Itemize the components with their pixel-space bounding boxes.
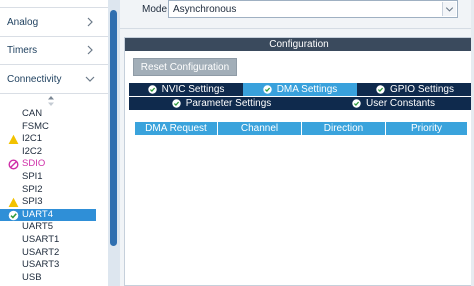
sidebar-scrollbar-thumb[interactable]: [110, 10, 117, 246]
chevron-down-icon: [442, 2, 456, 16]
column-header-dma-request[interactable]: DMA Request: [135, 122, 218, 135]
peripheral-label: I2C1: [22, 133, 43, 145]
category-connectivity[interactable]: Connectivity: [0, 66, 108, 94]
category-analog-label: Analog: [7, 17, 39, 28]
column-header-direction[interactable]: Direction: [302, 122, 386, 135]
peripheral-uart5[interactable]: UART5: [0, 221, 96, 234]
configuration-title: Configuration: [125, 38, 473, 51]
peripheral-label: SPI3: [22, 196, 43, 208]
mode-select-value: Asynchronous: [173, 3, 237, 15]
tab-label: DMA Settings: [276, 84, 338, 95]
peripheral-usart3[interactable]: USART3: [0, 259, 96, 272]
warning-icon: [8, 134, 19, 145]
peripheral-spi2[interactable]: SPI2: [0, 184, 96, 197]
configuration-box: Configuration Reset Configuration NVIC S…: [124, 37, 474, 286]
tab-label: NVIC Settings: [161, 84, 225, 95]
chevron-right-icon: [87, 45, 93, 55]
tab-gpio-settings[interactable]: GPIO Settings: [357, 83, 473, 96]
tab-dma-settings[interactable]: DMA Settings: [243, 83, 357, 96]
mode-label: Mode: [142, 4, 168, 15]
peripheral-tree-panel: Analog Timers Connectivity CAN FSMC I2C1…: [0, 0, 120, 286]
category-timers-label: Timers: [7, 45, 38, 56]
tab-label: User Constants: [366, 98, 435, 109]
disabled-icon: [8, 159, 19, 170]
peripheral-i2c2[interactable]: I2C2: [0, 146, 96, 159]
peripheral-label: CAN: [22, 108, 43, 119]
peripheral-label: USB: [22, 271, 42, 283]
check-icon: [171, 99, 181, 108]
peripheral-fsmc[interactable]: FSMC: [0, 121, 96, 134]
check-icon: [376, 85, 385, 94]
peripheral-label: UART5: [22, 221, 53, 233]
peripheral-label: SDIO: [22, 158, 46, 170]
peripheral-usart1[interactable]: USART1: [0, 234, 96, 247]
peripheral-usb[interactable]: USB: [0, 272, 96, 285]
peripheral-label: SPI1: [22, 171, 43, 182]
panel-divider: [120, 28, 474, 29]
category-row-partial[interactable]: [0, 0, 108, 8]
sort-icon[interactable]: [47, 96, 55, 106]
column-header-priority[interactable]: Priority: [386, 122, 468, 135]
peripheral-usart2[interactable]: USART2: [0, 247, 96, 260]
peripheral-label: FSMC: [22, 120, 49, 132]
peripheral-label: USART2: [22, 246, 60, 258]
mode-configuration-panel: Mode Asynchronous Configuration Reset Co…: [120, 0, 474, 286]
peripheral-uart4[interactable]: UART4: [0, 208, 96, 222]
peripheral-sdio[interactable]: SDIO: [0, 158, 96, 171]
tab-nvic-settings[interactable]: NVIC Settings: [129, 83, 243, 96]
tab-parameter-settings[interactable]: Parameter Settings: [129, 97, 314, 110]
column-header-channel[interactable]: Channel: [218, 122, 302, 135]
peripheral-label: USART3: [22, 259, 60, 271]
peripheral-i2c1[interactable]: I2C1: [0, 133, 96, 146]
check-icon: [263, 85, 272, 94]
check-icon: [352, 99, 361, 108]
peripheral-can[interactable]: CAN: [0, 108, 96, 121]
check-icon: [8, 210, 19, 221]
mode-select[interactable]: Asynchronous: [168, 0, 458, 18]
peripheral-label: SPI2: [22, 183, 43, 195]
category-analog[interactable]: Analog: [0, 9, 108, 37]
chevron-right-icon: [87, 17, 93, 27]
category-connectivity-label: Connectivity: [7, 74, 62, 85]
peripheral-label: I2C2: [22, 145, 43, 157]
tab-user-constants[interactable]: User Constants: [314, 97, 473, 110]
peripheral-spi3[interactable]: SPI3: [0, 196, 96, 209]
peripheral-spi1[interactable]: SPI1: [0, 171, 96, 184]
tab-label: Parameter Settings: [185, 98, 272, 109]
reset-configuration-button[interactable]: Reset Configuration: [133, 58, 237, 76]
tab-label: GPIO Settings: [390, 84, 454, 95]
warning-icon: [8, 197, 19, 208]
check-icon: [147, 85, 157, 94]
peripheral-label: UART4: [22, 208, 53, 220]
peripheral-label: USART1: [22, 234, 60, 245]
category-timers[interactable]: Timers: [0, 37, 108, 65]
chevron-down-icon: [85, 76, 95, 82]
